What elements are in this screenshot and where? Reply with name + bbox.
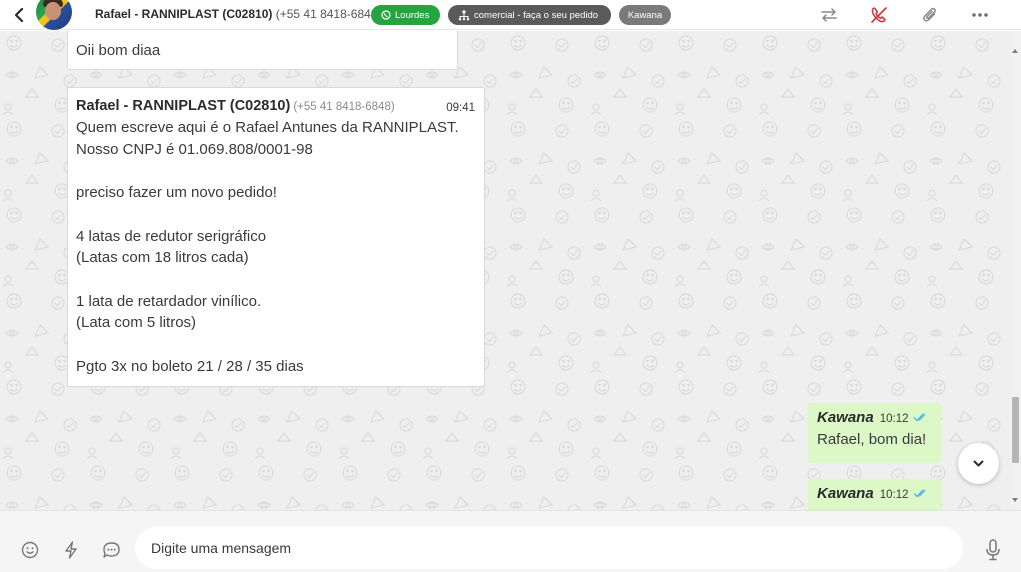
scroll-up-arrow-icon[interactable] [1012, 49, 1018, 53]
more-options-icon[interactable] [969, 5, 991, 25]
scrollbar-thumb[interactable] [1012, 397, 1019, 463]
tag-lourdes[interactable]: Lourdes [371, 5, 440, 25]
sender-phone: (+55 41 8418-6848) [293, 101, 395, 113]
tag-label: comercial - faça o seu pedido [474, 9, 599, 21]
message-header: Kawana 10:12 [817, 409, 932, 427]
back-arrow-icon[interactable] [10, 5, 28, 25]
sender-name: Kawana [817, 485, 874, 503]
message-text: Quem escreve aqui é o Rafael Antunes da … [76, 119, 459, 375]
message-text: Rafael, bom dia! [817, 431, 927, 449]
end-call-icon[interactable] [868, 5, 890, 25]
attachment-icon[interactable] [919, 5, 941, 25]
outgoing-message: Kawana 10:12 [808, 479, 941, 510]
sitemap-icon [458, 9, 470, 20]
incoming-message: Oii bom diaa [67, 31, 458, 70]
tag-label: Kawana [627, 9, 663, 21]
message-time: 09:41 [446, 102, 475, 114]
tag-label: Lourdes [395, 9, 430, 21]
message-text: Oii bom diaa [76, 42, 161, 59]
message-list[interactable]: Oii bom diaa Rafael - RANNIPLAST (C02810… [0, 31, 1021, 510]
message-time: 10:12 [879, 413, 909, 426]
incoming-message: Rafael - RANNIPLAST (C02810) (+55 41 8418… [67, 87, 485, 387]
message-input[interactable] [135, 527, 963, 569]
message-header: Kawana 10:12 [817, 485, 932, 503]
sender-name: Rafael - RANNIPLAST (C02810) [76, 98, 291, 114]
message-time: 10:12 [879, 489, 909, 502]
contact-name: Rafael - RANNIPLAST (C02810) [95, 7, 273, 21]
avatar[interactable] [36, 0, 72, 30]
quick-reply-icon[interactable] [60, 539, 82, 561]
scrollbar[interactable] [1010, 31, 1021, 510]
contact-phone: (+55 41 8418-6848) [275, 7, 382, 21]
composer [0, 510, 1021, 572]
microphone-icon[interactable] [982, 539, 1004, 561]
whatsapp-icon [381, 10, 391, 20]
scroll-to-bottom-button[interactable] [958, 443, 999, 484]
read-ticks-icon [913, 485, 929, 503]
chevron-down-icon [973, 460, 984, 467]
scroll-down-arrow-icon[interactable] [1012, 498, 1018, 502]
sender-name: Kawana [817, 409, 874, 427]
chat-bubble-icon[interactable] [100, 539, 122, 561]
chat-header: Rafael - RANNIPLAST (C02810) (+55 41 841… [0, 0, 1021, 30]
contact-title[interactable]: Rafael - RANNIPLAST (C02810) (+55 41 841… [95, 7, 381, 21]
outgoing-message: Kawana 10:12 Rafael, bom dia! [808, 403, 941, 463]
message-sender: Rafael - RANNIPLAST (C02810) (+55 41 8418… [76, 98, 476, 114]
emoji-icon[interactable] [19, 539, 41, 561]
tag-agent[interactable]: Kawana [619, 5, 671, 25]
transfer-icon[interactable] [818, 5, 840, 25]
read-ticks-icon [913, 409, 929, 427]
tag-department[interactable]: comercial - faça o seu pedido [448, 5, 611, 25]
